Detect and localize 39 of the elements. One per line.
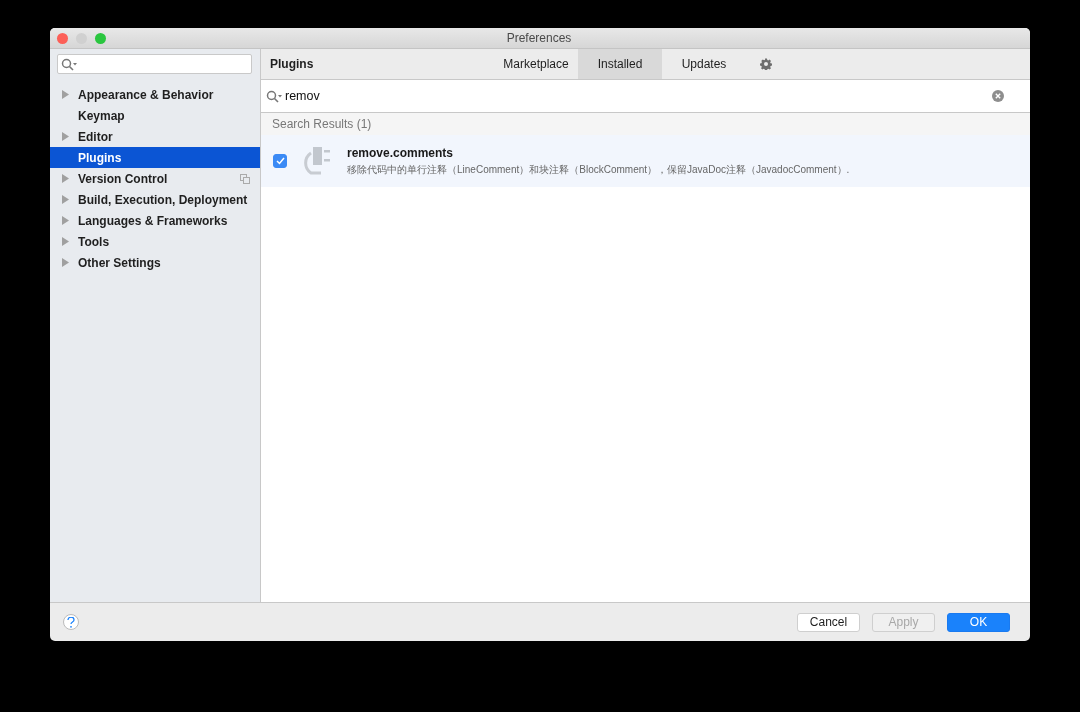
search-input[interactable]: remov: [285, 89, 990, 103]
results-heading: Search Results (1): [272, 117, 372, 131]
dialog-button[interactable]: OK: [947, 612, 1010, 632]
dialog-button[interactable]: Cancel: [797, 612, 860, 632]
expand-arrow-icon[interactable]: [62, 132, 69, 141]
sidebar-item[interactable]: Build, Execution, Deployment: [50, 189, 260, 210]
expand-arrow-icon[interactable]: [62, 258, 69, 267]
close-button[interactable]: [57, 32, 68, 44]
expand-arrow-icon[interactable]: [62, 174, 69, 183]
tab[interactable]: Marketplace: [494, 49, 578, 79]
clear-icon[interactable]: [992, 90, 1004, 102]
expand-arrow-icon[interactable]: [62, 216, 69, 225]
search-field[interactable]: [57, 54, 252, 74]
sidebar-item[interactable]: Editor: [50, 126, 260, 147]
search-icon: [266, 89, 283, 103]
plugin-name: remove.comments: [347, 145, 455, 160]
help-button[interactable]: [63, 614, 79, 630]
zoom-button[interactable]: [95, 32, 106, 44]
expand-arrow-icon[interactable]: [62, 237, 69, 246]
sidebar-item[interactable]: Tools: [50, 231, 260, 252]
sidebar-item[interactable]: Languages & Frameworks: [50, 210, 260, 231]
window-title: Preferences: [505, 31, 573, 45]
sidebar-item[interactable]: Appearance & Behavior: [50, 84, 260, 105]
tab[interactable]: Updates: [662, 49, 746, 79]
search-icon: [61, 57, 78, 71]
settings-icon[interactable]: [760, 58, 772, 70]
plugin-description: 移除代码中的单行注释（LineComment）和块注释（BlockComment），保留JavaDoc注释（JavadocComment）.: [347, 162, 850, 177]
sidebar-item[interactable]: Version Control: [50, 168, 260, 189]
plugin-icon: [301, 145, 333, 177]
tab[interactable]: Installed: [578, 49, 662, 79]
sidebar-item[interactable]: Plugins: [50, 147, 260, 168]
panel-title: Plugins: [269, 57, 315, 71]
sidebar-item[interactable]: Other Settings: [50, 252, 260, 273]
plugin-row[interactable]: remove.comments 移除代码中的单行注释（LineComment）和块注释（BlockComment），保留JavaDoc注释（JavadocComment）.: [261, 135, 1030, 187]
expand-arrow-icon[interactable]: [62, 195, 69, 204]
enable-checkbox[interactable]: [273, 154, 287, 168]
expand-arrow-icon[interactable]: [62, 90, 69, 99]
question-icon: [67, 616, 75, 628]
sidebar-item[interactable]: Keymap: [50, 105, 260, 126]
